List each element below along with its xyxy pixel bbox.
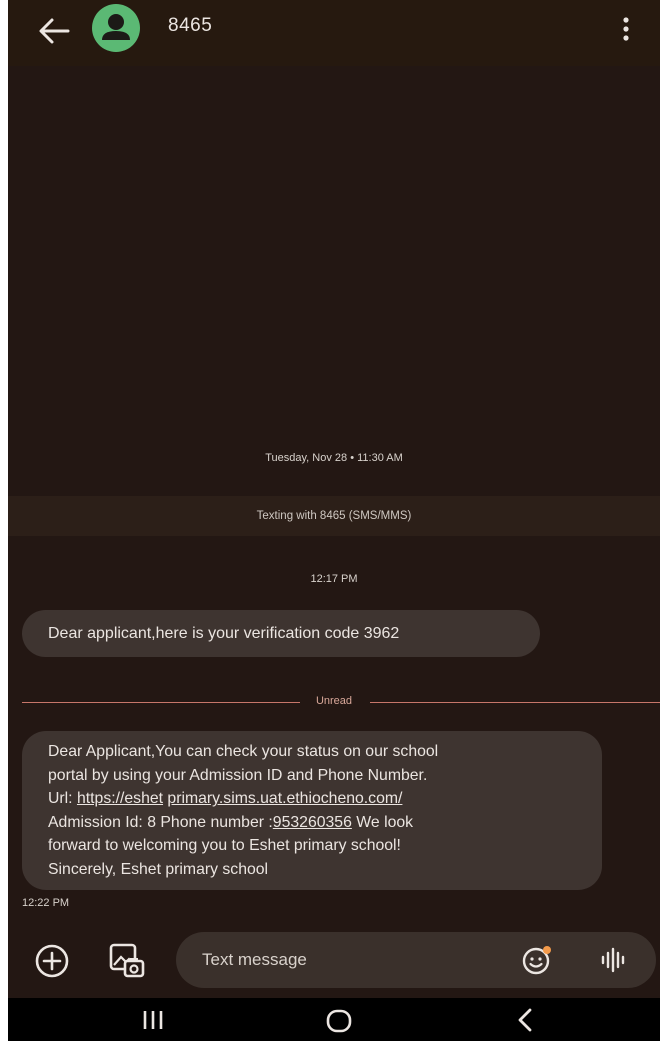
system-nav-bar: [8, 998, 660, 1041]
url-prefix: Url:: [48, 790, 77, 808]
gallery-button[interactable]: [107, 941, 147, 981]
avatar[interactable]: [92, 4, 140, 52]
url-link-part1[interactable]: https://eshet: [77, 790, 163, 807]
voice-message-button[interactable]: [596, 944, 630, 976]
date-stamp: Tuesday, Nov 28 • 11:30 AM: [265, 452, 403, 464]
home-icon: [326, 1009, 352, 1033]
phone-link[interactable]: 953260356: [273, 814, 352, 831]
message-line: forward to welcoming you to Eshet primar…: [48, 837, 401, 855]
message-input[interactable]: [176, 932, 656, 988]
message-text: We look: [351, 813, 414, 831]
add-circle-icon: [35, 944, 69, 978]
message-time: 12:17 PM: [310, 573, 358, 585]
message-line: Admission Id: 8 Phone number :953260356 …: [48, 811, 582, 835]
voice-wave-icon: [601, 947, 625, 973]
more-options-button[interactable]: [614, 12, 638, 46]
nav-back-button[interactable]: [508, 1006, 542, 1034]
texting-banner: Texting with 8465 (SMS/MMS): [8, 496, 660, 536]
message-line: portal by using your Admission ID and Ph…: [48, 766, 428, 784]
compose-bar: [8, 922, 660, 998]
add-attachment-button[interactable]: [34, 943, 70, 979]
nav-back-icon: [518, 1008, 532, 1032]
recents-icon: [143, 1011, 163, 1029]
message-time: 12:22 PM: [22, 897, 70, 909]
nav-recents-button[interactable]: [136, 1006, 170, 1034]
message-bubble[interactable]: Dear applicant,here is your verification…: [22, 610, 540, 657]
app-bar: 8465: [8, 0, 660, 66]
admission-text: Admission Id: 8 Phone number :: [48, 813, 273, 831]
gallery-icon: [109, 943, 145, 978]
back-button[interactable]: [34, 14, 74, 48]
message-line: Url: https://eshet primary.sims.uat.ethi…: [48, 787, 582, 811]
more-vert-icon: [623, 17, 629, 41]
messages-screen: 8465 Tuesday, Nov 28 • 11:30 AM Texting …: [8, 0, 660, 1041]
unread-divider-right: [370, 702, 660, 703]
unread-label: Unread: [315, 695, 353, 707]
message-bubble[interactable]: Dear Applicant,You can check your status…: [22, 731, 602, 890]
person-icon: [102, 14, 130, 40]
emoji-button[interactable]: [520, 943, 554, 977]
message-line: Dear Applicant,You can check your status…: [48, 743, 439, 760]
back-arrow-icon: [39, 18, 70, 44]
message-line: Sincerely, Eshet primary school: [48, 860, 269, 878]
url-link-part2[interactable]: primary.sims.uat.ethiocheno.com/: [167, 790, 402, 807]
contact-name[interactable]: 8465: [168, 15, 212, 37]
nav-home-button[interactable]: [322, 1007, 356, 1035]
emoji-icon: [522, 946, 551, 975]
